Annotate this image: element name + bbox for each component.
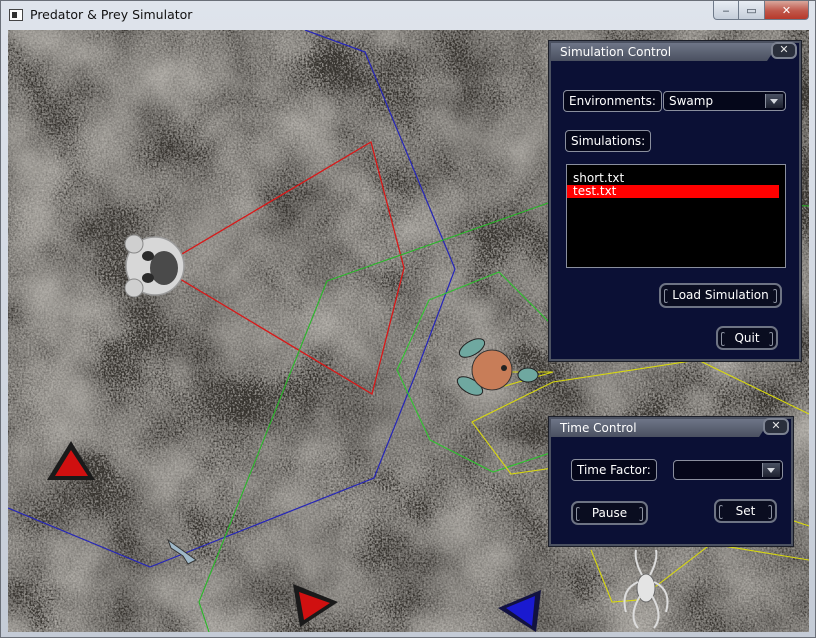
time-control-close-button[interactable]: ✕ [763,418,789,435]
environment-select[interactable]: Swamp [663,91,786,111]
set-button[interactable]: Set [714,499,777,523]
window-title: Predator & Prey Simulator [30,7,193,22]
simulation-viewport[interactable]: Simulation Control ✕ Environments: Swamp… [8,30,809,632]
title-bar[interactable]: Predator & Prey Simulator ‒ ▭ ✕ [1,1,815,30]
environments-label: Environments: [563,90,662,112]
time-control-title[interactable]: Time Control [551,419,771,437]
panda-creature[interactable] [124,234,185,298]
quit-button[interactable]: Quit [716,326,778,350]
chevron-down-icon[interactable] [762,463,780,477]
maximize-button[interactable]: ▭ [739,1,765,20]
list-item-selected[interactable]: test.txt [567,185,779,198]
app-window: Predator & Prey Simulator ‒ ▭ ✕ Simulati… [0,0,816,638]
close-window-button[interactable]: ✕ [765,1,809,20]
simulation-control-close-button[interactable]: ✕ [771,42,797,59]
time-factor-select[interactable] [673,460,783,480]
app-icon [9,9,23,21]
simulations-label: Simulations: [565,130,652,152]
environment-select-value: Swamp [669,94,714,108]
simulation-control-title[interactable]: Simulation Control [551,43,779,61]
chevron-down-icon[interactable] [765,94,783,108]
time-factor-label: Time Factor: [571,459,657,481]
load-simulation-button[interactable]: Load Simulation [659,283,782,308]
window-controls: ‒ ▭ ✕ [713,1,809,21]
simulation-control-panel: Simulation Control ✕ Environments: Swamp… [549,41,801,361]
simulations-list[interactable]: short.txt test.txt [566,164,786,268]
time-control-panel: Time Control ✕ Time Factor: Pause Set [549,417,793,546]
pause-button[interactable]: Pause [571,501,648,525]
minimize-button[interactable]: ‒ [713,1,739,20]
